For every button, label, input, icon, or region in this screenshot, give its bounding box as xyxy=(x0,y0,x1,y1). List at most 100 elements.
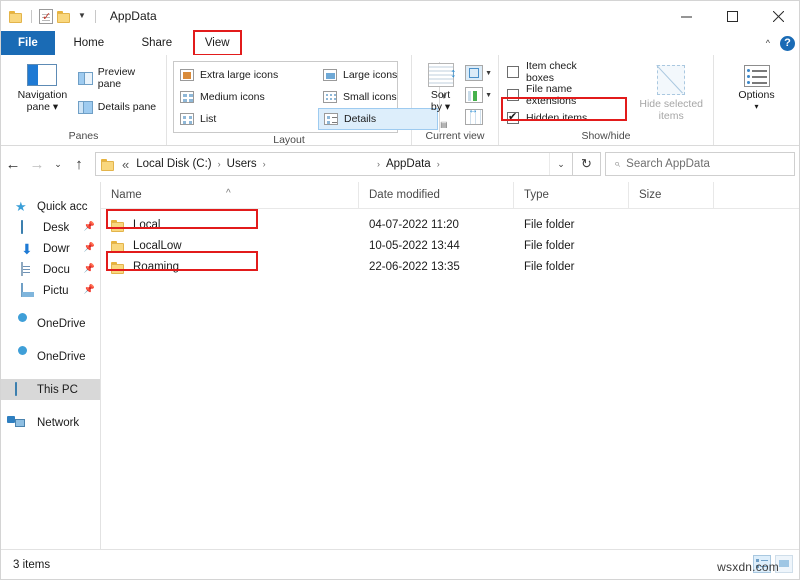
breadcrumb-appdata[interactable]: AppData xyxy=(382,158,435,170)
item-check-boxes-checkbox[interactable]: Item check boxes xyxy=(507,62,605,82)
column-header-size[interactable]: Size xyxy=(629,182,714,208)
sidebar-item-desktop[interactable]: Desk 📌 xyxy=(1,217,100,238)
row-date-cell: 04-07-2022 11:20 xyxy=(359,219,514,231)
table-row[interactable]: Roaming 22-06-2022 13:35 File folder xyxy=(101,257,800,277)
properties-icon[interactable]: ✓ xyxy=(39,9,53,24)
pin-icon[interactable]: 📌 xyxy=(84,263,95,274)
sidebar-item-quick-access[interactable]: ★ Quick acc xyxy=(1,196,100,217)
row-date-cell: 10-05-2022 13:44 xyxy=(359,240,514,252)
layout-label: Large icons xyxy=(343,69,397,81)
ribbon-group-show-hide: Item check boxes File name extensions Hi… xyxy=(499,55,714,145)
column-header-name[interactable]: Name ^ xyxy=(101,182,359,208)
breadcrumb-overflow-icon[interactable]: « xyxy=(119,157,132,172)
group-by-caret-icon[interactable]: ▼ xyxy=(485,70,492,77)
search-box[interactable]: ⌕ Search AppData xyxy=(605,152,795,176)
sidebar-item-downloads[interactable]: ⬇ Dowr 📌 xyxy=(1,238,100,259)
navigation-pane: ★ Quick acc Desk 📌 ⬇ Dowr 📌 Docu 📌 Pictu xyxy=(1,182,101,550)
column-header-type[interactable]: Type xyxy=(514,182,629,208)
sidebar-item-this-pc[interactable]: This PC xyxy=(1,379,100,400)
sidebar-item-label: OneDrive xyxy=(37,351,86,363)
sidebar-item-label: Desk xyxy=(43,222,69,234)
row-name-label: Roaming xyxy=(133,261,179,273)
new-folder-icon[interactable] xyxy=(57,10,72,23)
checkbox-checked-icon[interactable] xyxy=(507,112,519,124)
column-header-date-modified[interactable]: Date modified xyxy=(359,182,514,208)
address-dropdown-icon[interactable]: ⌄ xyxy=(549,153,572,175)
sidebar-item-documents[interactable]: Docu 📌 xyxy=(1,259,100,280)
breadcrumb-separator-icon[interactable]: › xyxy=(375,159,382,169)
pin-icon[interactable]: 📌 xyxy=(84,242,95,253)
breadcrumb-separator-icon[interactable]: › xyxy=(435,159,442,169)
preview-pane-button[interactable]: Preview pane xyxy=(78,67,160,89)
layout-medium-icons[interactable]: Medium icons xyxy=(175,86,318,108)
collapse-ribbon-icon[interactable]: ^ xyxy=(766,38,770,48)
up-button[interactable]: ↑ xyxy=(67,151,91,177)
sidebar-item-pictures[interactable]: Pictu 📌 xyxy=(1,280,100,301)
sort-by-button[interactable]: Sort by ▾ xyxy=(416,60,465,113)
layout-extra-large-icons[interactable]: Extra large icons xyxy=(175,64,318,86)
options-button[interactable]: Options ▾ xyxy=(726,60,788,113)
column-header-name-label: Name xyxy=(111,189,142,201)
table-row[interactable]: LocalLow 10-05-2022 13:44 File folder xyxy=(101,236,800,256)
minimize-button[interactable] xyxy=(663,1,709,31)
layout-list[interactable]: List xyxy=(175,108,318,130)
tab-file[interactable]: File xyxy=(1,31,55,55)
tab-home[interactable]: Home xyxy=(55,31,123,55)
hidden-items-checkbox[interactable]: Hidden items xyxy=(507,108,605,128)
tab-share[interactable]: Share xyxy=(123,31,191,55)
group-by-button[interactable]: ▼ xyxy=(465,63,492,83)
onedrive-icon xyxy=(15,350,31,364)
breadcrumb-separator-icon[interactable]: › xyxy=(216,159,223,169)
quick-access-toolbar: ✓ ▼ AppData xyxy=(1,1,157,31)
explorer-content: ★ Quick acc Desk 📌 ⬇ Dowr 📌 Docu 📌 Pictu xyxy=(1,182,800,550)
details-pane-button[interactable]: Details pane xyxy=(78,96,160,118)
recent-locations-button[interactable]: ⌄ xyxy=(49,151,67,177)
navigation-pane-label-line2: pane xyxy=(27,101,50,113)
navigation-pane-button[interactable]: Navigation pane ▾ xyxy=(7,60,78,113)
documents-icon xyxy=(21,263,37,277)
customize-qat-caret-icon[interactable]: ▼ xyxy=(76,11,88,21)
maximize-button[interactable] xyxy=(709,1,755,31)
breadcrumb-separator-icon[interactable]: › xyxy=(261,159,268,169)
search-input[interactable]: Search AppData xyxy=(626,158,710,170)
row-type-cell: File folder xyxy=(514,240,629,252)
file-name-extensions-checkbox[interactable]: File name extensions xyxy=(507,85,605,105)
help-icon[interactable]: ? xyxy=(780,36,795,51)
size-all-columns-icon xyxy=(465,109,483,125)
table-row[interactable]: Local 04-07-2022 11:20 File folder xyxy=(101,215,800,235)
folder-icon[interactable] xyxy=(9,10,24,23)
checkbox-icon[interactable] xyxy=(507,89,519,101)
hide-selected-line1: Hide selected xyxy=(639,98,703,110)
sidebar-item-label: OneDrive xyxy=(37,318,86,330)
pictures-icon xyxy=(21,284,37,298)
details-icon xyxy=(324,113,338,125)
navigation-pane-icon xyxy=(27,64,57,86)
back-button[interactable]: ← xyxy=(1,151,25,177)
breadcrumb-local-disk[interactable]: Local Disk (C:) xyxy=(132,158,215,170)
sidebar-item-onedrive-2[interactable]: OneDrive xyxy=(1,346,100,367)
sidebar-item-onedrive-1[interactable]: OneDrive xyxy=(1,313,100,334)
checkbox-icon[interactable] xyxy=(507,66,519,78)
ribbon-group-label-panes: Panes xyxy=(1,129,166,145)
ribbon-group-label-show-hide: Show/hide xyxy=(499,129,713,145)
add-columns-icon xyxy=(465,87,483,103)
medium-icons-icon xyxy=(180,91,194,103)
sidebar-item-label: This PC xyxy=(37,384,78,396)
pin-icon[interactable]: 📌 xyxy=(84,221,95,232)
row-name-label: Local xyxy=(133,219,161,231)
address-path-box[interactable]: « Local Disk (C:) › Users › › AppData › … xyxy=(95,152,573,176)
size-all-columns-button[interactable] xyxy=(465,107,492,127)
close-button[interactable] xyxy=(755,1,800,31)
breadcrumb-users[interactable]: Users xyxy=(223,158,261,170)
add-columns-button[interactable]: ▼ xyxy=(465,85,492,105)
forward-button: → xyxy=(25,151,49,177)
list-icon xyxy=(180,113,194,125)
network-icon xyxy=(15,416,31,430)
sidebar-item-network[interactable]: Network xyxy=(1,412,100,433)
add-columns-caret-icon[interactable]: ▼ xyxy=(485,92,492,99)
title-bar: ✓ ▼ AppData xyxy=(1,1,800,31)
tab-view[interactable]: View xyxy=(193,30,242,56)
refresh-button[interactable]: ↻ xyxy=(573,152,601,176)
pin-icon[interactable]: 📌 xyxy=(84,284,95,295)
small-icons-icon xyxy=(323,91,337,103)
